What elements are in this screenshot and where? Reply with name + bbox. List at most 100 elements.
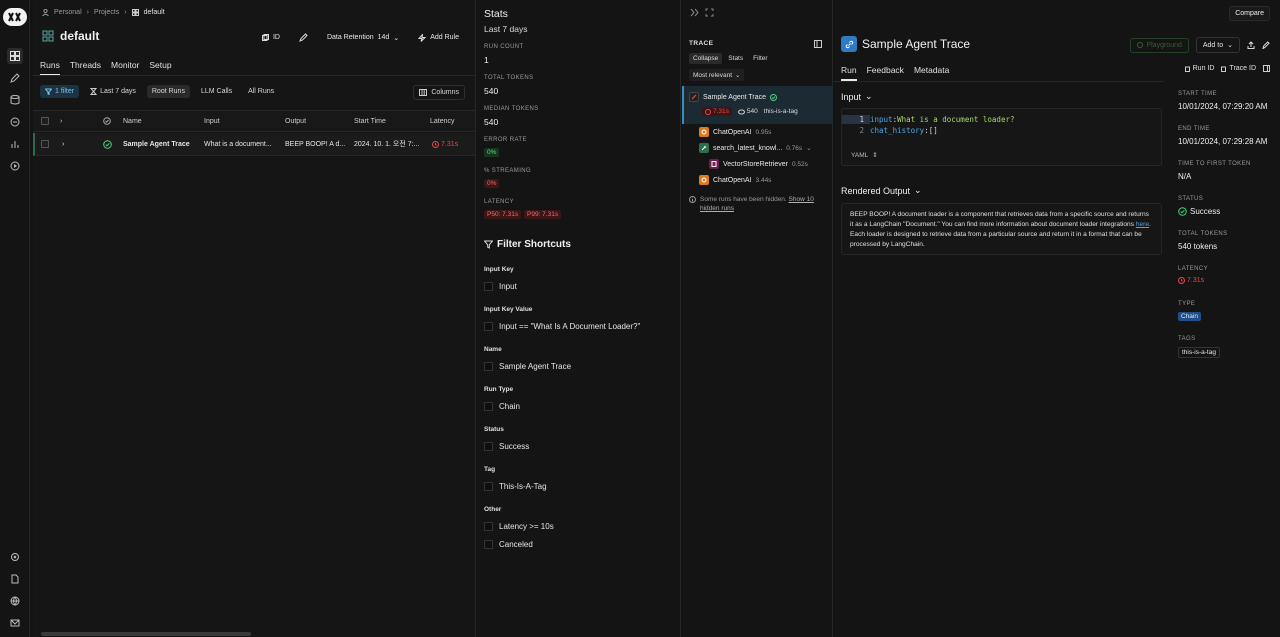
node-name: search_latest_knowl... [713,144,783,152]
segment-root-runs[interactable]: Root Runs [146,85,190,98]
project-header: default [42,29,99,43]
prompts-icon[interactable] [7,114,23,130]
settings-icon[interactable] [7,549,23,565]
copy-run-id-button[interactable]: Run ID [1184,65,1214,72]
table-row[interactable]: › Sample Agent Trace What is a document.… [33,133,475,156]
shortcut-option[interactable]: Input == "What Is A Document Loader?" [484,322,640,331]
breadcrumb-personal[interactable]: Personal [54,9,82,16]
horizontal-scrollbar[interactable] [41,632,251,636]
output-heading: Rendered Output [841,185,911,196]
shortcut-option[interactable]: This-Is-A-Tag [484,482,547,491]
shortcut-option[interactable]: Success [484,442,529,451]
checkbox[interactable] [484,482,493,491]
trace-node-chatopenai[interactable]: ChatOpenAI 0.95s [699,127,771,137]
code-key: input [870,115,893,124]
tab-runs[interactable]: Runs [40,60,60,76]
docs-icon[interactable] [7,571,23,587]
trace-node-chatopenai-2[interactable]: ChatOpenAI 3.44s [699,175,771,185]
checkbox[interactable] [484,540,493,549]
sidebar-toggle-icon[interactable] [814,40,822,48]
copy-trace-id-button[interactable]: Trace ID [1221,65,1256,72]
copy-id-button[interactable]: ID [256,31,286,44]
charts-icon[interactable] [7,136,23,152]
output-link[interactable]: here [1136,221,1149,228]
shortcut-option[interactable]: Chain [484,402,520,411]
col-output[interactable]: Output [285,111,306,131]
trace-buttons: Collapse Stats Filter [689,53,772,64]
tab-monitor[interactable]: Monitor [111,60,139,76]
table-header: › Name Input Output Start Time Latency [33,110,475,132]
panel-toggle-icon[interactable] [1263,65,1270,72]
add-rule-button[interactable]: Add Rule [412,31,465,45]
tab-feedback[interactable]: Feedback [867,65,904,81]
trace-node-retriever[interactable]: VectorStoreRetriever 0.52s [709,159,808,169]
share-icon[interactable] [1247,41,1255,49]
expand-all-icon[interactable]: › [60,111,62,131]
checkbox[interactable] [484,442,493,451]
breadcrumb-projects[interactable]: Projects [94,9,119,16]
row-checkbox[interactable] [41,133,49,155]
output-section-header[interactable]: Rendered Output ⌄ [841,185,922,196]
date-range-button[interactable]: Last 7 days [85,85,141,98]
checkbox[interactable] [484,282,493,291]
mail-icon[interactable] [7,615,23,631]
logo-icon[interactable] [3,8,27,26]
data-retention-dropdown[interactable]: Data Retention 14d ⌄ [321,31,405,45]
checkbox[interactable] [484,402,493,411]
tab-setup[interactable]: Setup [149,60,171,76]
shortcut-option[interactable]: Canceled [484,540,533,549]
checkbox[interactable] [484,322,493,331]
filter-chip[interactable]: 1 filter [40,85,80,98]
col-name[interactable]: Name [123,111,142,131]
shortcut-option[interactable]: Latency >= 10s [484,522,554,531]
detail-actions: Playground Add to ⌄ [1130,37,1270,53]
checkbox[interactable] [41,117,49,125]
expand-row-icon[interactable]: › [62,133,64,155]
col-input[interactable]: Input [204,111,220,131]
col-latency[interactable]: Latency [430,111,455,131]
checkbox[interactable] [484,522,493,531]
tab-threads[interactable]: Threads [70,60,101,76]
add-to-button[interactable]: Add to ⌄ [1195,37,1240,53]
sort-dropdown[interactable]: Most relevant ⌄ [689,69,745,81]
col-start-time[interactable]: Start Time [354,111,386,131]
format-dropdown[interactable]: YAML ⇕ [851,151,878,160]
row-name[interactable]: Sample Agent Trace [123,133,190,155]
trace-root-node[interactable]: Sample Agent Trace [689,92,778,102]
datasets-icon[interactable] [7,92,23,108]
code-value: What is a document loader? [897,115,1015,124]
deployments-icon[interactable] [7,158,23,174]
filter-button[interactable]: Filter [749,53,771,64]
checkbox[interactable] [484,362,493,371]
segment-all-runs[interactable]: All Runs [243,85,279,98]
trace-node-search-tool[interactable]: search_latest_knowl... 0.76s ⌄ [699,143,812,153]
coins-icon [737,109,745,114]
stats-button[interactable]: Stats [724,53,747,64]
clock-icon [432,140,439,148]
tab-metadata[interactable]: Metadata [914,65,949,81]
option-label: Canceled [499,540,533,549]
edit-icon[interactable] [1262,41,1270,49]
globe-icon[interactable] [7,593,23,609]
chevron-down-icon: ⌄ [1227,42,1233,49]
chevron-updown-icon: ⇕ [872,152,878,159]
collapse-button[interactable]: Collapse [689,53,723,64]
tab-run[interactable]: Run [841,65,857,81]
compare-button[interactable]: Compare [1229,6,1270,21]
tag-badge[interactable]: this-is-a-tag [1178,347,1220,358]
checkbox[interactable] [41,140,49,148]
segment-llm-calls[interactable]: LLM Calls [196,85,237,98]
select-all-checkbox[interactable] [41,111,49,131]
projects-icon[interactable] [7,48,23,64]
playground-button[interactable]: Playground [1130,37,1189,53]
columns-button[interactable]: Columns [413,85,465,100]
shortcut-option[interactable]: Sample Agent Trace [484,362,571,371]
chevron-down-icon[interactable]: ⌄ [806,144,811,152]
input-section-header[interactable]: Input ⌄ [841,91,873,102]
edit-button[interactable] [293,30,314,45]
shortcut-option[interactable]: Input [484,282,517,291]
annotate-icon[interactable] [7,70,23,86]
expand-icon[interactable] [705,8,714,17]
code-line: 2 chat_history: [] [842,126,937,135]
collapse-panel-icon[interactable] [690,8,699,17]
